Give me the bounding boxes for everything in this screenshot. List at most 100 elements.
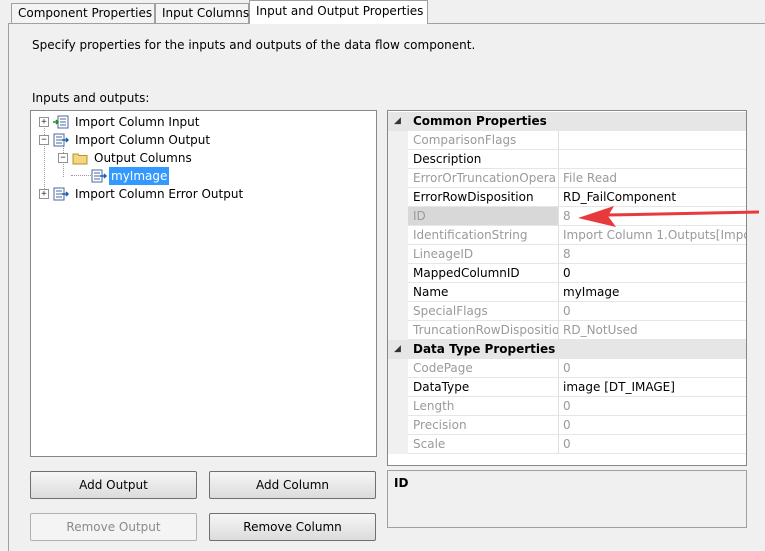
expand-plus-icon[interactable]: +	[39, 117, 49, 127]
annotation-arrow-icon	[578, 206, 759, 227]
property-description-box: ID	[387, 470, 747, 528]
category-data-type-properties[interactable]: ◢ Data Type Properties	[388, 340, 746, 359]
property-row[interactable]: LineageID 8	[388, 245, 746, 264]
property-row[interactable]: Precision 0	[388, 416, 746, 435]
property-name: Name	[408, 283, 559, 302]
row-margin	[388, 416, 408, 435]
property-row[interactable]: MappedColumnID 0	[388, 264, 746, 283]
property-name: SpecialFlags	[408, 302, 559, 321]
property-row[interactable]: DataType image [DT_IMAGE]	[388, 378, 746, 397]
property-value: File Read	[559, 169, 746, 188]
tree-node-label: Output Columns	[94, 151, 192, 165]
output-icon	[53, 187, 69, 201]
property-value: 0	[559, 435, 746, 454]
tab-input-output-properties[interactable]: Input and Output Properties	[249, 0, 428, 24]
property-row[interactable]: ComparisonFlags	[388, 131, 746, 150]
tab-strip: Component Properties Input Columns Input…	[0, 0, 765, 24]
tree-node-label: Import Column Input	[75, 115, 200, 129]
property-value[interactable]: 0	[559, 264, 746, 283]
folder-icon	[72, 153, 88, 165]
category-common-properties[interactable]: ◢ Common Properties	[388, 112, 746, 131]
expand-plus-icon[interactable]: +	[39, 189, 49, 199]
collapse-minus-icon[interactable]: −	[58, 153, 68, 163]
property-value: 0	[559, 416, 746, 435]
row-margin	[388, 264, 408, 283]
tree-node-myimage[interactable]: myImage	[91, 167, 291, 185]
property-value: 0	[559, 359, 746, 378]
row-margin	[388, 131, 408, 150]
remove-output-button[interactable]: Remove Output	[30, 513, 197, 541]
property-name: Precision	[408, 416, 559, 435]
tree-node-import-output[interactable]: − Import Column Output	[39, 131, 339, 149]
row-margin	[388, 245, 408, 264]
property-name: DataType	[408, 378, 559, 397]
property-row[interactable]: SpecialFlags 0	[388, 302, 746, 321]
tree-node-error-output[interactable]: + Import Column Error Output	[39, 185, 339, 203]
row-margin	[388, 435, 408, 454]
row-margin	[388, 397, 408, 416]
property-value	[559, 131, 746, 150]
button-label: Remove Column	[243, 520, 342, 534]
property-name: MappedColumnID	[408, 264, 559, 283]
property-row[interactable]: CodePage 0	[388, 359, 746, 378]
property-name: Description	[408, 150, 559, 169]
row-margin	[388, 359, 408, 378]
property-row[interactable]: Description	[388, 150, 746, 169]
tab-component-properties[interactable]: Component Properties	[11, 3, 155, 23]
remove-column-button[interactable]: Remove Column	[209, 513, 376, 541]
page-description: Specify properties for the inputs and ou…	[32, 38, 476, 52]
inputs-outputs-tree[interactable]: + Import Column Input − Import Column Ou…	[30, 110, 377, 457]
property-name: IdentificationString	[408, 226, 559, 245]
property-value: RD_NotUsed	[559, 321, 746, 340]
add-output-button[interactable]: Add Output	[30, 471, 197, 499]
tree-node-import-input[interactable]: + Import Column Input	[39, 113, 339, 131]
property-value[interactable]: myImage	[559, 283, 746, 302]
property-row[interactable]: Scale 0	[388, 435, 746, 454]
property-name: Length	[408, 397, 559, 416]
tree-guide-line	[71, 175, 91, 176]
inputs-outputs-label: Inputs and outputs:	[32, 91, 150, 105]
property-row[interactable]: Length 0	[388, 397, 746, 416]
row-margin	[388, 207, 408, 226]
property-name: Scale	[408, 435, 559, 454]
collapse-triangle-icon[interactable]: ◢	[394, 112, 401, 131]
tab-input-columns[interactable]: Input Columns	[155, 3, 249, 23]
add-column-button[interactable]: Add Column	[209, 471, 376, 499]
tree-node-label: myImage	[109, 167, 170, 185]
output-icon	[53, 133, 69, 147]
button-label: Add Column	[255, 478, 329, 492]
property-name: TruncationRowDispositio	[408, 321, 559, 340]
row-margin	[388, 302, 408, 321]
property-value[interactable]: image [DT_IMAGE]	[559, 378, 746, 397]
property-row[interactable]: Name myImage	[388, 283, 746, 302]
property-name: CodePage	[408, 359, 559, 378]
row-margin	[388, 283, 408, 302]
column-icon	[91, 169, 107, 183]
row-margin	[388, 226, 408, 245]
property-name: LineageID	[408, 245, 559, 264]
row-margin	[388, 169, 408, 188]
property-name: ErrorOrTruncationOpera	[408, 169, 559, 188]
tree-node-output-columns[interactable]: − Output Columns	[58, 149, 338, 167]
property-description-title: ID	[394, 476, 409, 490]
property-name: ErrorRowDisposition	[408, 188, 559, 207]
collapse-minus-icon[interactable]: −	[39, 135, 49, 145]
row-margin	[388, 188, 408, 207]
tree-node-label: Import Column Error Output	[75, 187, 244, 201]
property-value: 8	[559, 245, 746, 264]
property-name: ComparisonFlags	[408, 131, 559, 150]
row-margin	[388, 378, 408, 397]
property-value: 0	[559, 397, 746, 416]
button-label: Add Output	[79, 478, 148, 492]
property-row[interactable]: ErrorOrTruncationOpera File Read	[388, 169, 746, 188]
collapse-triangle-icon[interactable]: ◢	[394, 340, 401, 359]
input-icon	[53, 115, 69, 129]
button-label: Remove Output	[66, 520, 161, 534]
row-margin	[388, 150, 408, 169]
property-value[interactable]	[559, 150, 746, 169]
property-grid[interactable]: ◢ Common Properties ComparisonFlags Desc…	[387, 110, 747, 466]
row-margin	[388, 321, 408, 340]
property-row[interactable]: TruncationRowDispositio RD_NotUsed	[388, 321, 746, 340]
tree-node-label: Import Column Output	[75, 133, 211, 147]
category-label: Data Type Properties	[408, 340, 708, 359]
